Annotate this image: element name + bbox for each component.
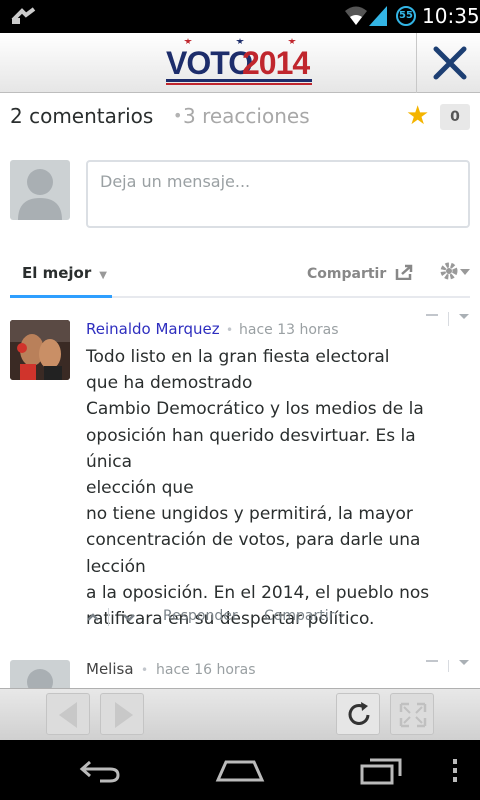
tab-best[interactable]: El mejor ▼ <box>10 258 112 298</box>
logo-underline-red <box>166 83 312 85</box>
share-icon <box>395 264 413 281</box>
arrow-left-icon <box>59 702 77 728</box>
refresh-icon <box>348 702 370 725</box>
chevron-down-icon[interactable] <box>458 312 470 322</box>
meta-separator: • <box>141 663 149 677</box>
share-comment-button[interactable]: Compartir › <box>264 608 344 624</box>
comment-line: que ha demostrado <box>86 373 253 394</box>
reactions-count-tab[interactable]: 3 reacciones <box>183 104 310 128</box>
gear-icon <box>440 262 470 280</box>
counts-row: 2 comentarios • 3 reacciones ★ 0 <box>10 102 470 132</box>
upvote-icon[interactable] <box>86 612 100 622</box>
comment-item: Melisa • hace 16 horas <box>10 660 470 688</box>
tab-best-label: El mejor <box>22 264 92 282</box>
voto-2014-logo: VOTO 2014 <box>166 38 314 87</box>
recent-apps-icon[interactable] <box>358 756 404 786</box>
signal-icon <box>369 6 387 26</box>
usb-debug-icon <box>11 7 36 24</box>
comment-author[interactable]: Reinaldo Marquez <box>86 320 220 338</box>
overflow-menu-icon[interactable] <box>450 758 460 784</box>
comment-time[interactable]: hace 16 horas <box>156 662 256 678</box>
share-thread-button[interactable]: Compartir <box>307 264 413 282</box>
message-input[interactable]: Deja un mensaje... <box>86 160 470 228</box>
meta-separator: • <box>226 323 234 337</box>
close-button[interactable] <box>416 33 480 93</box>
expand-icon <box>399 702 427 728</box>
star-icon[interactable]: ★ <box>406 102 429 130</box>
comment-actions: Responder Compartir › <box>86 608 466 630</box>
logo-year: 2014 <box>242 45 310 81</box>
comment-controls <box>420 660 470 680</box>
comment-body: Todo listo en la gran fiesta electoral q… <box>86 344 466 632</box>
author-avatar[interactable] <box>10 660 70 688</box>
wifi-icon <box>345 6 367 25</box>
status-bar: 55 10:35 <box>0 0 480 33</box>
refresh-button[interactable] <box>336 693 380 735</box>
counts-separator: • <box>173 106 183 125</box>
clock: 10:35 <box>422 4 480 28</box>
comments-count-tab[interactable]: 2 comentarios <box>10 104 153 128</box>
comment-line: oposición han querido desvirtuar. Es la … <box>86 425 416 472</box>
collapse-button[interactable] <box>426 660 438 662</box>
author-photo <box>10 320 70 380</box>
back-icon[interactable] <box>78 758 122 784</box>
comment-line: no tiene ungidos y permitirá, la mayor <box>86 504 413 525</box>
sort-bar: El mejor ▼ Compartir <box>10 258 470 298</box>
user-avatar <box>10 160 70 220</box>
vote-divider <box>108 608 109 626</box>
close-icon <box>433 46 467 80</box>
browser-toolbar <box>0 688 480 740</box>
reply-button[interactable]: Responder <box>163 608 238 624</box>
chevron-down-icon[interactable] <box>458 660 470 668</box>
arrow-right-icon <box>115 702 133 728</box>
settings-button[interactable] <box>438 260 472 290</box>
divider <box>448 312 449 326</box>
favorite-count[interactable]: 0 <box>440 104 470 130</box>
notification-badge: 55 <box>396 6 416 26</box>
chevron-down-icon: ▼ <box>99 270 107 281</box>
app-header: VOTO 2014 <box>0 33 480 93</box>
logo-underline <box>166 79 312 82</box>
back-button[interactable] <box>46 693 90 735</box>
divider <box>448 660 449 672</box>
message-input-placeholder: Deja un mensaje... <box>100 172 251 191</box>
comment-author[interactable]: Melisa <box>86 660 134 678</box>
forward-button[interactable] <box>100 693 144 735</box>
comment-item: Reinaldo Marquez • hace 13 horas Todo li… <box>10 312 470 640</box>
default-avatar-icon <box>18 169 62 220</box>
logo-word: VOTO <box>166 45 253 81</box>
comment-line: Cambio Democrático y los medios de la <box>86 399 424 420</box>
downvote-icon[interactable] <box>122 613 136 623</box>
fullscreen-button[interactable] <box>390 693 434 735</box>
comment-controls <box>420 312 470 334</box>
comment-line: a la oposición. En el 2014, el pueblo no… <box>86 582 430 603</box>
share-thread-label: Compartir <box>307 266 387 282</box>
home-icon[interactable] <box>214 756 266 784</box>
comment-line: Todo listo en la gran fiesta electoral <box>86 347 390 367</box>
default-avatar-icon <box>27 669 53 688</box>
system-nav-bar <box>0 740 480 800</box>
collapse-button[interactable] <box>426 314 438 316</box>
comment-line: lección <box>86 556 146 577</box>
comment-line: elección que <box>86 478 194 499</box>
comment-time[interactable]: hace 13 horas <box>239 322 339 338</box>
author-avatar[interactable] <box>10 320 70 380</box>
comment-line: concentración de votos, para darle una <box>86 530 421 551</box>
